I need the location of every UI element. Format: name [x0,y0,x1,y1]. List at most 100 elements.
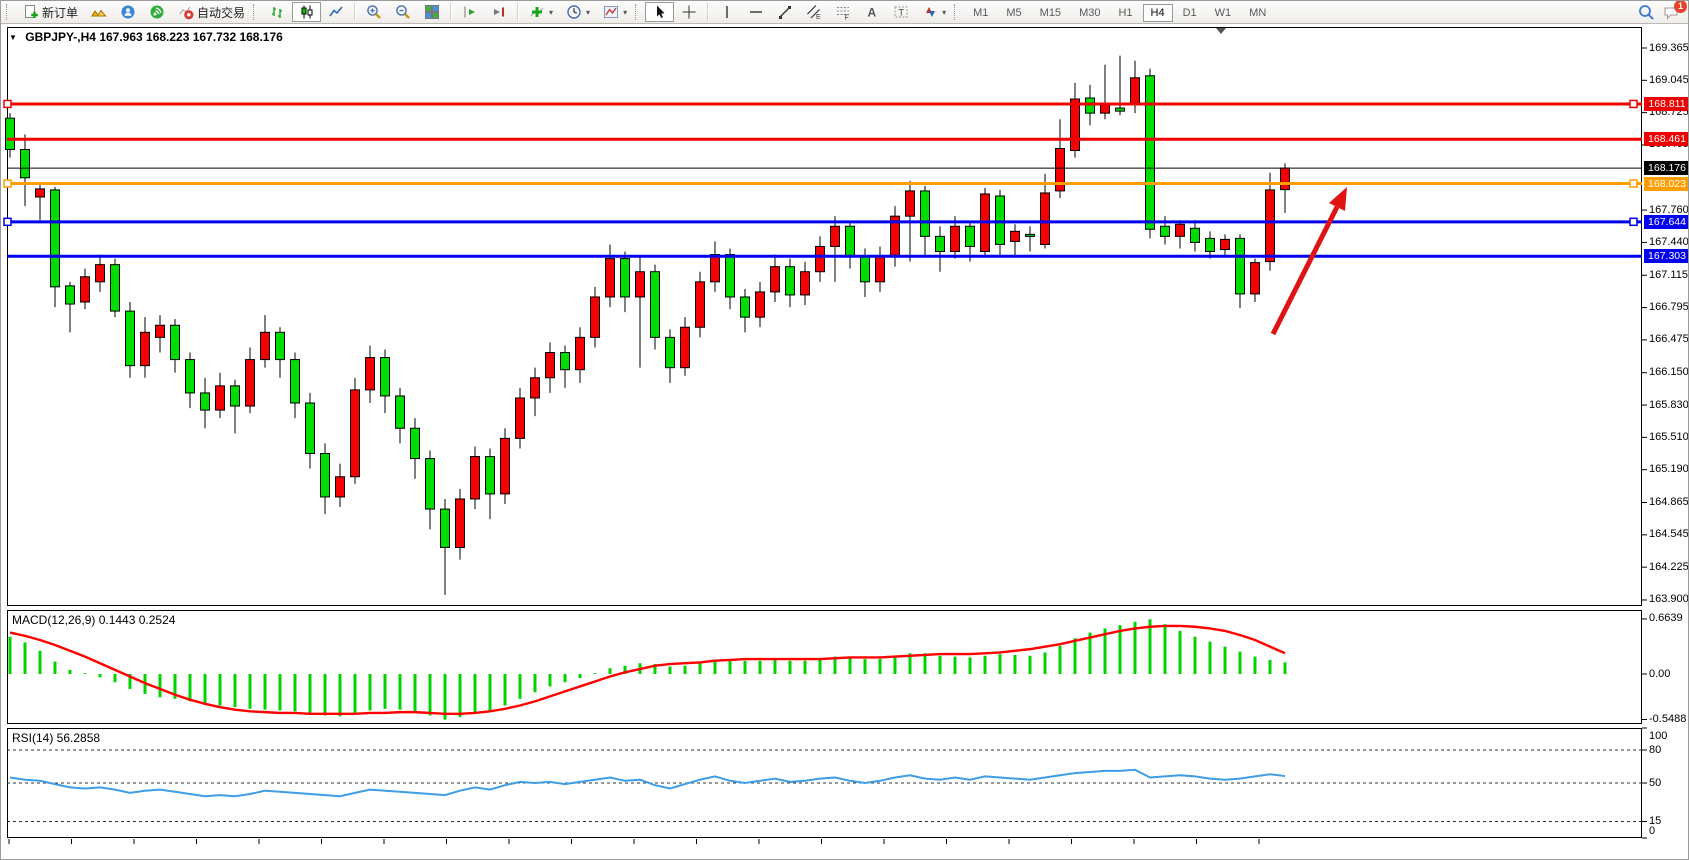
auto-scroll-button[interactable] [455,2,484,22]
auto-trading-button[interactable]: 自动交易 [171,2,251,22]
candle-body [501,438,510,494]
candle-body [276,332,285,359]
trendline-button[interactable] [770,2,799,22]
tile-windows-button[interactable] [417,2,446,22]
candle-body [96,265,105,282]
price-axis-label: 166.795 [1649,301,1689,313]
candle-body [621,259,630,297]
line-handle[interactable] [4,100,11,107]
candle-body [21,150,30,178]
trendline-icon [776,4,793,21]
price-badge: 168.811 [1644,97,1689,111]
channel-button[interactable]: E [799,2,828,22]
line-handle[interactable] [1630,218,1637,225]
price-axis-label: 165.830 [1649,399,1689,411]
timeframe-m30[interactable]: M30 [1071,4,1108,22]
main-chart-pane[interactable] [8,28,1642,606]
price-axis-label: 164.865 [1649,496,1689,508]
search-icon[interactable] [1638,4,1655,21]
timeframe-m15[interactable]: M15 [1032,4,1069,22]
bar-chart-button[interactable] [263,2,292,22]
candle-body [696,282,705,327]
line-handle[interactable] [4,180,11,187]
candle-body [186,360,195,393]
templates-button[interactable]: ▾ [596,2,633,22]
rsi-label: RSI(14) 56.2858 [12,731,100,745]
toolbar-grip[interactable] [635,4,640,20]
community-button[interactable] [113,2,142,22]
text-button[interactable]: A [857,2,886,22]
candle-body [591,297,600,337]
crosshair-button[interactable] [674,2,703,22]
candle-body [756,292,765,317]
line-handle[interactable] [4,218,11,225]
time-axis[interactable] [1,839,1642,859]
candle-body [156,325,165,337]
timeframe-m5[interactable]: M5 [998,4,1029,22]
notifications-button[interactable]: 1 [1663,4,1680,21]
chart-shift-button[interactable] [484,2,513,22]
candle-body [876,257,885,282]
chart-canvas[interactable] [1,1,1689,860]
timeframe-h1[interactable]: H1 [1110,4,1140,22]
price-badge: 168.461 [1644,132,1689,146]
zoom-out-button[interactable] [388,2,417,22]
community-icon [119,4,136,21]
chevron-down-icon: ▾ [942,8,946,17]
macd-axis-label: 0.00 [1649,668,1670,680]
candle-body [1026,234,1035,236]
arrows-button[interactable]: ▾ [915,2,952,22]
timeframe-d1[interactable]: D1 [1175,4,1205,22]
candle-body [906,191,915,216]
candle-body [966,226,975,246]
auto-trading-label: 自动交易 [197,4,245,21]
candle-body [576,337,585,369]
signals-button[interactable] [142,2,171,22]
new-order-icon [22,4,39,21]
one-click-trading-toggle[interactable]: ▼ [9,33,17,42]
candle-body [936,236,945,251]
candle-body [771,267,780,292]
price-axis-label: 165.190 [1649,463,1689,475]
line-chart-button[interactable] [321,2,350,22]
candle-body [216,386,225,410]
candle-body [831,226,840,246]
macd-pane[interactable] [8,611,1642,724]
rsi-axis-label: 50 [1649,777,1661,789]
new-order-button[interactable]: 新订单 [16,2,84,22]
timeframe-mn[interactable]: MN [1241,4,1274,22]
toolbar-grip[interactable] [6,4,11,20]
candle-body [921,191,930,236]
horizontal-line-button[interactable] [741,2,770,22]
candle-body [1161,226,1170,236]
toolbar: 新订单 自动交易 [1,1,1689,24]
line-handle[interactable] [1630,100,1637,107]
svg-text:E: E [816,14,821,20]
vertical-line-button[interactable] [712,2,741,22]
candle-body [261,332,270,359]
candlestick-button[interactable] [292,2,321,22]
cursor-button[interactable] [645,2,674,22]
candle-body [1131,78,1140,104]
toolbar-grip[interactable] [253,4,258,20]
indicators-button[interactable]: ▾ [522,2,559,22]
svg-text:F: F [844,15,848,21]
zoom-in-button[interactable] [359,2,388,22]
timeframe-w1[interactable]: W1 [1207,4,1240,22]
chart-shift-icon [490,4,507,21]
svg-text:A: A [867,6,876,20]
fibonacci-button[interactable]: F [828,2,857,22]
timeframe-h4[interactable]: H4 [1143,4,1173,22]
timeframe-bar: M1M5M15M30H1H4D1W1MN [964,3,1275,21]
candle-body [1221,239,1230,249]
candle-body [321,454,330,497]
periods-button[interactable]: ▾ [559,2,596,22]
candle-body [1191,228,1200,242]
candle-body [1281,168,1290,190]
text-label-button[interactable]: T [886,2,915,22]
candle-body [36,189,45,197]
toolbar-grip[interactable] [954,4,959,20]
gold-button[interactable] [84,2,113,22]
timeframe-m1[interactable]: M1 [965,4,996,22]
line-handle[interactable] [1630,180,1637,187]
